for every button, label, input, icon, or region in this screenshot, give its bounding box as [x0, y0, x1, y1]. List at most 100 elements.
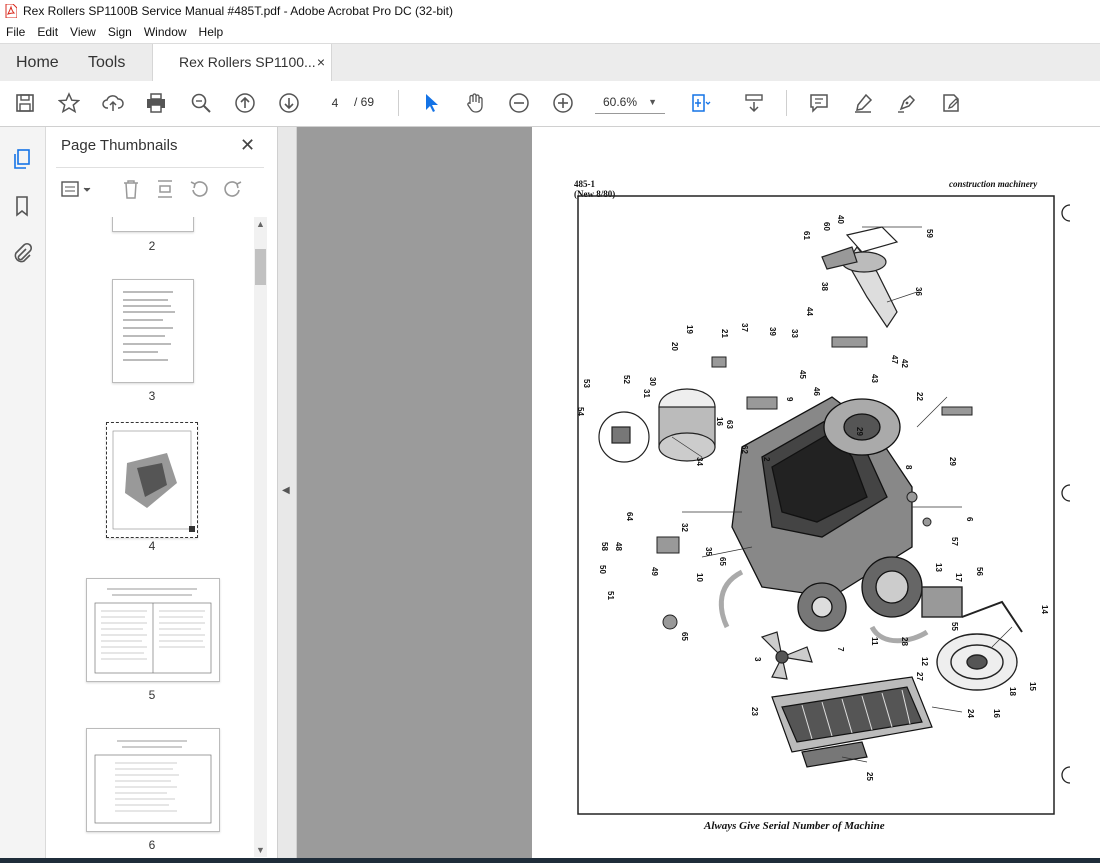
fill-sign-button[interactable]	[939, 91, 963, 115]
svg-text:24: 24	[966, 709, 975, 718]
tab-tools[interactable]: Tools	[88, 44, 125, 81]
arrow-down-circle-icon	[279, 93, 299, 113]
minus-circle-icon	[509, 93, 529, 113]
scroll-up-icon[interactable]: ▲	[254, 219, 267, 229]
svg-text:34: 34	[695, 457, 704, 466]
page-number-input[interactable]: 4	[319, 91, 351, 115]
panel-splitter[interactable]: ◀	[278, 127, 297, 863]
highlighter-pen-icon	[855, 93, 873, 113]
svg-text:37: 37	[740, 323, 749, 332]
window-title: Rex Rollers SP1100B Service Manual #485T…	[23, 4, 453, 18]
scroll-mode-button[interactable]	[742, 91, 766, 115]
svg-text:17: 17	[954, 573, 963, 582]
pdf-page: 485-1 (New 8/80) construction machinery …	[532, 127, 1100, 863]
delete-pages-button[interactable]	[120, 178, 142, 200]
select-tool-button[interactable]	[419, 91, 443, 115]
draw-sign-button[interactable]	[895, 91, 919, 115]
tab-document[interactable]: Rex Rollers SP1100... ×	[152, 44, 332, 82]
previous-page-button[interactable]	[233, 91, 257, 115]
page-thumbnail[interactable]	[86, 728, 220, 832]
rotate-ccw-icon	[190, 181, 208, 197]
hand-tool-button[interactable]	[463, 91, 487, 115]
rotate-right-button[interactable]	[222, 178, 244, 200]
add-comment-button[interactable]	[807, 91, 831, 115]
zoom-in-button[interactable]	[551, 91, 575, 115]
print-button[interactable]	[144, 91, 168, 115]
page-thumbnails-button[interactable]	[10, 147, 34, 171]
svg-text:18: 18	[1008, 687, 1017, 696]
zoom-out-button[interactable]	[507, 91, 531, 115]
rotate-left-button[interactable]	[188, 178, 210, 200]
thumbnail-list: 2 3 4 5 6	[56, 217, 261, 857]
svg-text:42: 42	[900, 359, 909, 368]
document-viewer[interactable]: 485-1 (New 8/80) construction machinery …	[297, 127, 1100, 863]
next-page-button[interactable]	[277, 91, 301, 115]
svg-text:39: 39	[768, 327, 777, 336]
menu-bar: File Edit View Sign Window Help	[0, 22, 1100, 42]
scroll-down-icon[interactable]: ▼	[254, 845, 267, 855]
bookmark-icon	[16, 196, 28, 217]
thumbnail-scrollbar[interactable]: ▲ ▼	[254, 217, 267, 857]
collapse-panel-icon[interactable]: ◀	[282, 485, 290, 496]
svg-text:6: 6	[965, 517, 974, 522]
thumbnail-options-button[interactable]	[60, 178, 94, 200]
thumbnail-list-page	[94, 740, 212, 824]
svg-text:38: 38	[820, 282, 829, 291]
thumbnail-table	[94, 588, 212, 674]
left-navigation-rail	[0, 127, 46, 863]
svg-text:61: 61	[802, 231, 811, 240]
svg-text:11: 11	[870, 637, 879, 646]
svg-text:36: 36	[914, 287, 923, 296]
tab-home[interactable]: Home	[16, 44, 59, 81]
toolbar-divider	[398, 90, 399, 116]
page-thumbnail-selected[interactable]	[106, 422, 198, 538]
page-extract-icon	[158, 180, 172, 198]
svg-text:62: 62	[740, 445, 749, 454]
svg-text:60: 60	[822, 222, 831, 231]
svg-text:56: 56	[975, 567, 984, 576]
svg-text:2: 2	[762, 457, 771, 462]
page-thumbnail[interactable]	[112, 217, 194, 232]
close-tab-button[interactable]: ×	[317, 44, 325, 81]
menu-sign[interactable]: Sign	[102, 25, 138, 39]
attachments-button[interactable]	[10, 241, 34, 265]
svg-text:53: 53	[582, 379, 591, 388]
magnifier-icon	[191, 93, 211, 113]
svg-text:59: 59	[925, 229, 934, 238]
close-panel-button[interactable]: ✕	[240, 135, 255, 156]
find-zoom-button[interactable]	[189, 91, 213, 115]
highlight-button[interactable]	[851, 91, 875, 115]
scrollbar-thumb[interactable]	[255, 249, 266, 285]
panel-title: Page Thumbnails	[61, 137, 178, 154]
save-button[interactable]	[13, 91, 37, 115]
extract-pages-button[interactable]	[154, 178, 176, 200]
bookmarks-button[interactable]	[10, 194, 34, 218]
zoom-level-select[interactable]: 60.6% ▼	[595, 91, 665, 114]
printer-icon	[147, 93, 165, 113]
svg-text:51: 51	[606, 591, 615, 600]
exploded-engine-diagram: 59 40 60 61 38 36 44 19 21 37 39 33 20 4…	[576, 195, 1071, 815]
svg-text:29: 29	[948, 457, 957, 466]
hand-icon	[467, 93, 483, 113]
svg-text:63: 63	[725, 420, 734, 429]
main-toolbar	[0, 81, 1100, 127]
bookmark-star-button[interactable]	[57, 91, 81, 115]
menu-window[interactable]: Window	[138, 25, 193, 39]
svg-text:25: 25	[865, 772, 874, 781]
page-thumbnail[interactable]	[112, 279, 194, 383]
svg-text:40: 40	[836, 215, 845, 224]
thumbnail-text-lines	[123, 291, 175, 361]
cursor-arrow-icon	[426, 94, 438, 112]
menu-file[interactable]: File	[0, 25, 31, 39]
share-upload-button[interactable]	[101, 91, 125, 115]
svg-text:46: 46	[812, 387, 821, 396]
svg-text:64: 64	[625, 512, 634, 521]
comment-icon	[810, 94, 828, 113]
cloud-upload-icon	[102, 95, 124, 111]
menu-view[interactable]: View	[64, 25, 102, 39]
page-display-button[interactable]	[688, 91, 712, 115]
page-thumbnail[interactable]	[86, 578, 220, 682]
menu-help[interactable]: Help	[193, 25, 230, 39]
menu-edit[interactable]: Edit	[31, 25, 64, 39]
svg-text:27: 27	[915, 672, 924, 681]
